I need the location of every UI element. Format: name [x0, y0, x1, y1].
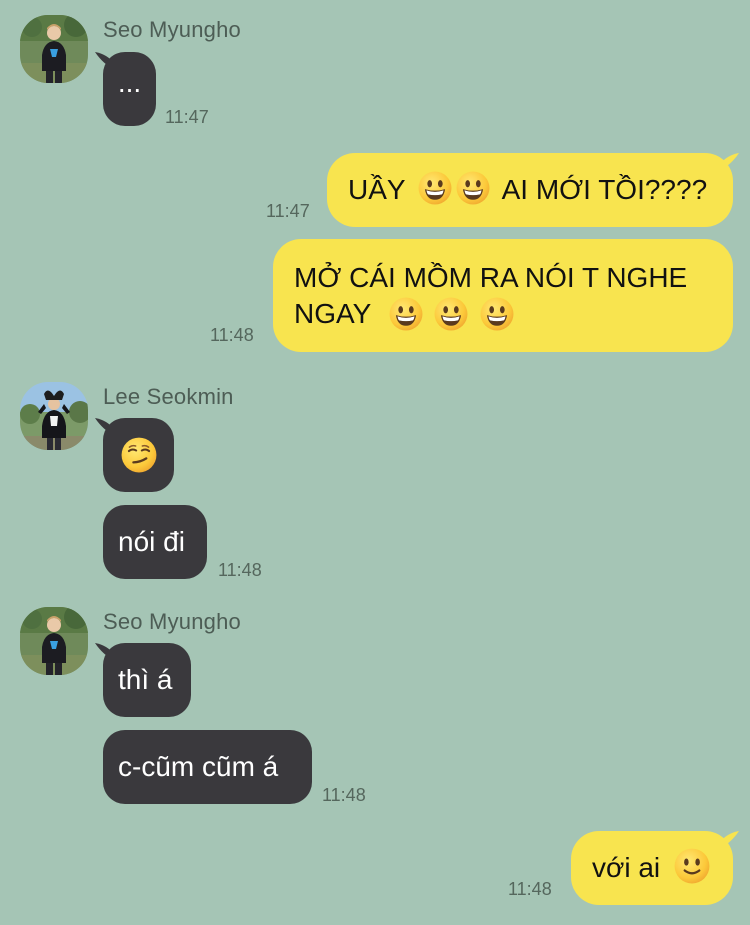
message-bubble[interactable]: c-cũm cũm á [103, 730, 312, 804]
bubble-tail [719, 153, 739, 171]
sender-name: Seo Myungho [103, 17, 241, 42]
avatar[interactable] [20, 607, 88, 675]
message-bubble[interactable]: nói đi [103, 505, 207, 579]
message-text: với ai [592, 852, 661, 883]
sender-name: Lee Seokmin [103, 384, 234, 409]
avatar[interactable] [20, 15, 88, 83]
message-time: 11:48 [508, 879, 552, 899]
message-bubble[interactable]: UẦY AI MỚI TỒI???? [327, 153, 733, 227]
message-bubble[interactable]: ... [103, 52, 156, 126]
message-time: 11:48 [322, 785, 366, 805]
message-bubble[interactable]: với ai [571, 831, 733, 905]
smirking-emoji [120, 437, 157, 473]
message-bubble[interactable]: thì á [103, 643, 191, 717]
message-text: UẦY [348, 174, 406, 205]
sender-name: Seo Myungho [103, 609, 241, 634]
message-text: thì á [118, 664, 173, 695]
slightly-smiling-emoji [674, 848, 711, 884]
message-text: ... [117, 67, 142, 98]
grinning-emoji [480, 297, 514, 331]
avatar[interactable] [20, 382, 88, 450]
message-text: AI MỚI TỒI???? [501, 174, 708, 205]
message-bubble[interactable] [103, 418, 174, 492]
grinning-emoji [389, 297, 423, 331]
message-time: 11:48 [210, 325, 254, 345]
bubble-tail [719, 831, 739, 849]
message-time: 11:48 [218, 560, 262, 580]
message-time: 11:47 [165, 107, 209, 127]
message-text: nói đi [118, 526, 185, 557]
message-time: 11:47 [266, 201, 310, 221]
grinning-emoji [456, 171, 490, 205]
grinning-emoji [418, 171, 452, 205]
grinning-emoji [434, 297, 468, 331]
message-text: c-cũm cũm á [118, 751, 279, 782]
message-text: NGAY [294, 298, 371, 329]
message-bubble[interactable]: MỞ CÁI MỒM RA NÓI T NGHE NGAY [273, 239, 733, 352]
message-text: MỞ CÁI MỒM RA NÓI T NGHE [294, 262, 688, 293]
